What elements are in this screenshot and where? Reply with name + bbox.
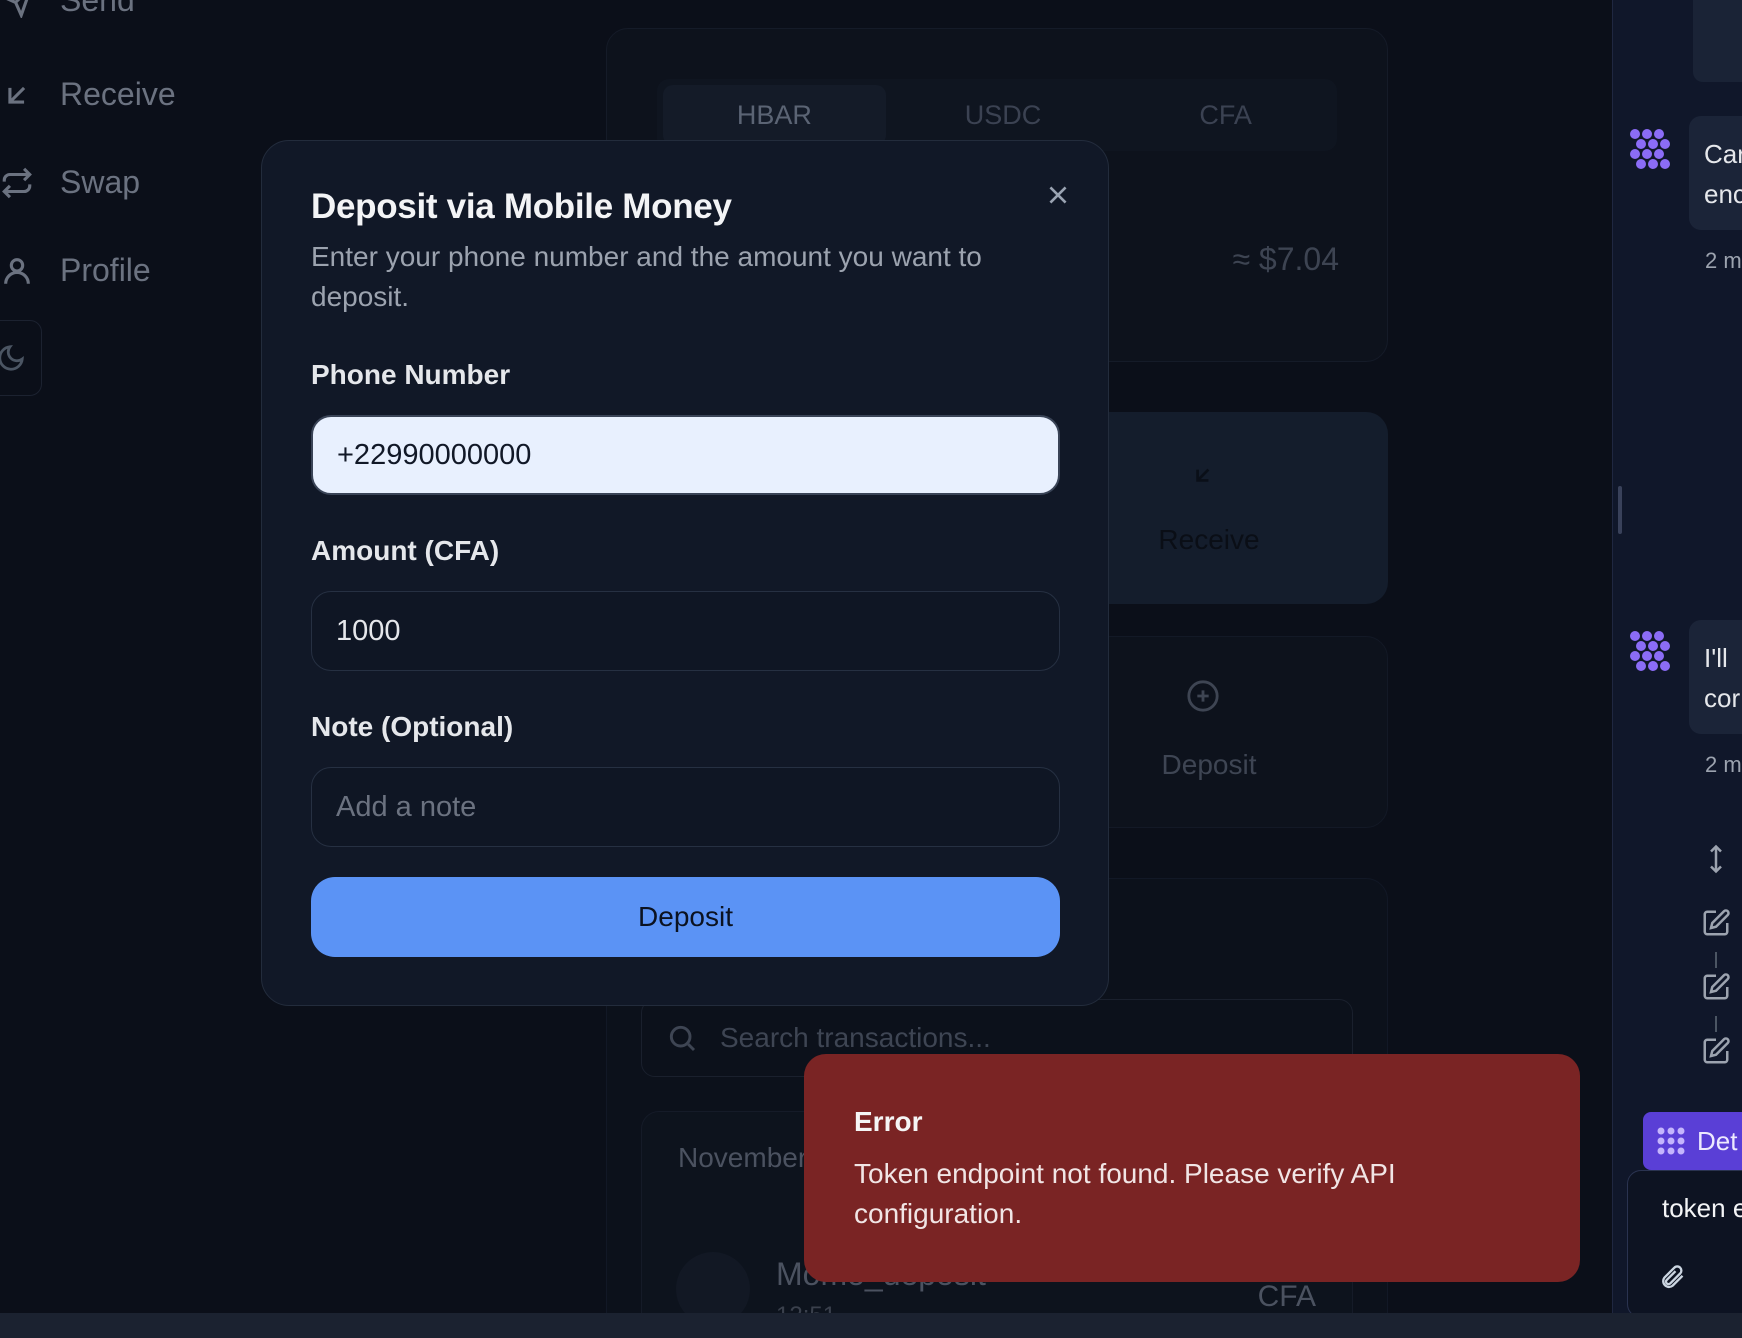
phone-label: Phone Number [311, 359, 511, 390]
nav-item-label: Send [60, 0, 135, 18]
nav-item-profile[interactable]: Profile [0, 252, 151, 289]
nav-item-receive[interactable]: Receive [0, 76, 176, 113]
chat-panel: Car enc 2 m I'll cor 2 m Det token e [1612, 0, 1742, 1318]
nav-item-send[interactable]: Send [0, 0, 135, 19]
toast-message: Token endpoint not found. Please verify … [854, 1158, 1396, 1229]
timeline-connector [1715, 1016, 1717, 1032]
modal-description: Enter your phone number and the amount y… [311, 241, 982, 312]
error-toast: Error Token endpoint not found. Please v… [804, 1054, 1580, 1282]
bot-avatar-icon [1657, 1127, 1685, 1155]
bot-avatar-icon [1627, 126, 1673, 172]
timeline-connector [1715, 952, 1717, 968]
nav-item-label: Profile [60, 252, 151, 288]
chat-message-line: I'll [1704, 643, 1728, 673]
close-icon [1049, 186, 1067, 204]
theme-toggle-button[interactable] [0, 320, 42, 396]
chat-message-partial [1693, 0, 1742, 82]
chat-input-value: token e [1662, 1193, 1742, 1223]
amount-label: Amount (CFA) [311, 535, 500, 566]
deposit-modal: Deposit via Mobile Money Enter your phon… [261, 140, 1109, 1006]
user-icon [4, 257, 30, 284]
chat-message-line: Car [1704, 139, 1742, 169]
nav-item-label: Receive [60, 76, 176, 112]
note-field[interactable] [311, 767, 1060, 847]
deposit-submit-button[interactable]: Deposit [311, 877, 1060, 957]
moon-icon [0, 345, 24, 371]
edit-icon[interactable] [1701, 908, 1731, 938]
search-icon [669, 1025, 696, 1052]
tab-cfa[interactable]: CFA [1114, 79, 1337, 151]
chat-message-line: enc [1704, 179, 1742, 209]
chat-input[interactable]: token e [1627, 1170, 1742, 1318]
plus-circle-icon [1186, 679, 1220, 713]
toast-title: Error [854, 1106, 923, 1137]
panel-resize-handle[interactable] [1618, 486, 1622, 534]
send-icon [7, 0, 29, 18]
usd-value: ≈ $7.04 [1232, 241, 1339, 277]
detail-chip-label: Det [1697, 1125, 1738, 1156]
modal-title: Deposit via Mobile Money [311, 187, 732, 226]
nav-item-label: Swap [60, 164, 141, 200]
arrow-down-left-icon [1190, 462, 1216, 488]
swap-icon [2, 167, 32, 198]
amount-field[interactable] [311, 591, 1060, 671]
chat-message-line: cor [1704, 683, 1741, 713]
chat-message-time: 2 m [1705, 752, 1742, 777]
edit-icon[interactable] [1701, 1036, 1731, 1066]
bot-avatar-icon [1627, 628, 1673, 674]
note-label: Note (Optional) [311, 711, 514, 742]
paperclip-icon[interactable] [1658, 1263, 1688, 1293]
chat-message: Car enc [1689, 116, 1742, 230]
tab-hbar[interactable]: HBAR [663, 85, 886, 145]
transaction-search-placeholder: Search transactions... [720, 1022, 991, 1053]
chat-message: I'll cor [1689, 620, 1742, 734]
app-background: Send Receive Swap Profile HBAR USDC CFA … [0, 0, 1612, 1338]
transaction-amount: CFA [1257, 1280, 1316, 1313]
nav-item-swap[interactable]: Swap [0, 164, 140, 201]
close-button[interactable] [1040, 177, 1076, 213]
phone-number-field[interactable] [311, 415, 1060, 495]
arrow-down-left-icon [8, 86, 26, 104]
expand-vertical-icon[interactable] [1701, 844, 1731, 874]
chat-message-time: 2 m [1705, 248, 1742, 273]
edit-icon[interactable] [1701, 972, 1731, 1002]
detail-chip[interactable]: Det [1643, 1112, 1742, 1170]
bottom-bar [0, 1313, 1742, 1338]
transaction-group-date: November [678, 1142, 808, 1173]
